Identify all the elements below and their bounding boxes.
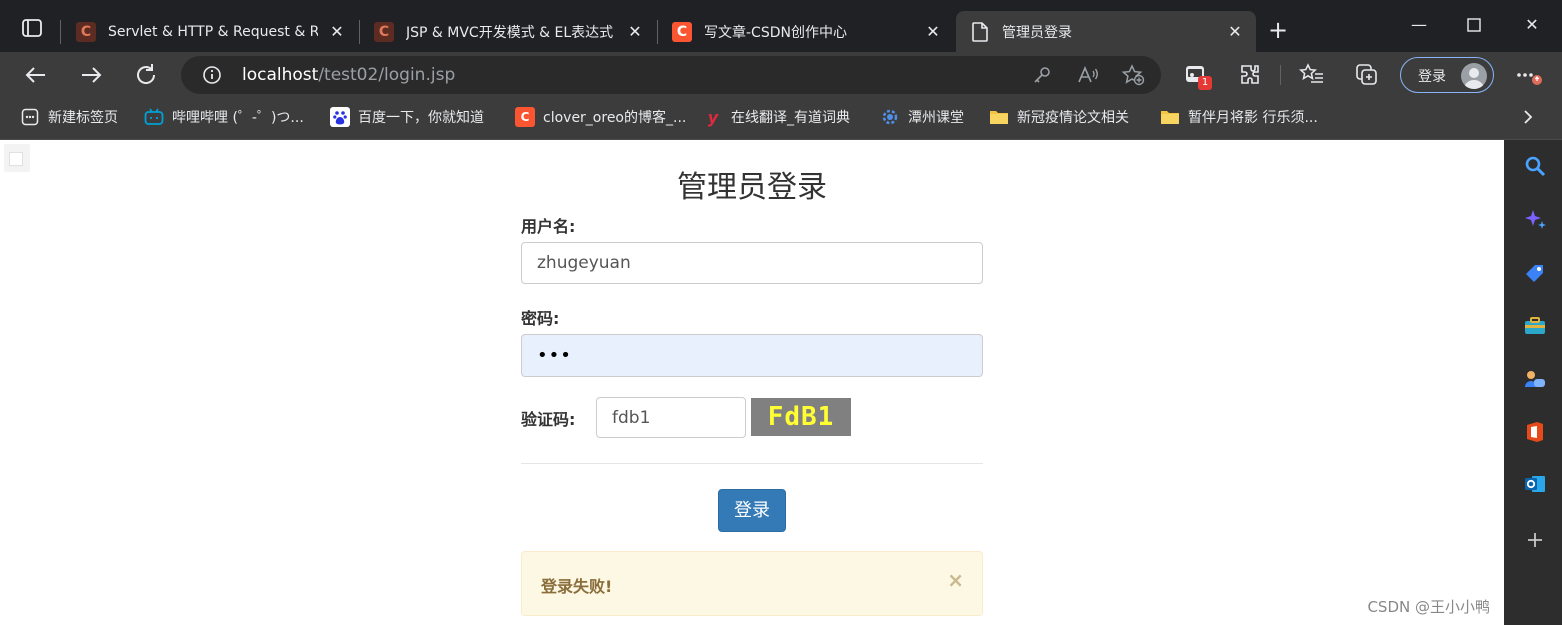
maximize-icon[interactable] <box>1459 10 1489 40</box>
tab-title: Servlet & HTTP & Request & Res <box>108 23 318 40</box>
close-icon[interactable]: ✕ <box>922 21 944 43</box>
bookmarks-bar: 新建标签页 哔哩哔哩 (゜-゜)つ... 百度一下，你就知道 C clover_… <box>0 98 1562 140</box>
games-icon[interactable] <box>1523 367 1547 391</box>
url-host: localhost <box>242 65 319 85</box>
bookmark-label: 新建标签页 <box>48 110 118 126</box>
csdn-favicon-icon: C <box>515 107 535 127</box>
profile-login-label: 登录 <box>1418 69 1446 85</box>
bookmark-bilibili[interactable]: 哔哩哔哩 (゜-゜)つ... <box>144 107 304 127</box>
back-icon[interactable] <box>21 60 51 90</box>
search-icon[interactable] <box>1523 154 1547 178</box>
edge-sidebar <box>1504 140 1562 625</box>
office-icon[interactable] <box>1523 420 1547 444</box>
password-input[interactable]: ••• <box>521 334 983 377</box>
csdn-favicon-icon: C <box>374 21 394 42</box>
tools-briefcase-icon[interactable] <box>1523 314 1547 338</box>
read-aloud-icon[interactable] <box>1077 65 1099 89</box>
page-title: 管理员登录 <box>677 170 827 205</box>
youdao-icon: y <box>707 107 719 127</box>
page-icon <box>970 21 990 42</box>
favorites-icon[interactable] <box>1299 62 1325 88</box>
site-info-icon[interactable] <box>202 65 222 85</box>
form-divider <box>521 463 983 464</box>
tab-title: JSP & MVC开发模式 & EL表达式 <box>406 24 614 41</box>
bookmark-baidu[interactable]: 百度一下，你就知道 <box>330 107 484 127</box>
bookmark-label: 在线翻译_有道词典 <box>731 110 850 126</box>
toolbar-divider <box>1280 65 1281 85</box>
captcha-image[interactable]: FdB1 <box>751 398 851 436</box>
bookmark-label: 新冠疫情论文相关 <box>1017 110 1129 126</box>
bilibili-icon <box>144 107 164 127</box>
refresh-icon[interactable] <box>131 60 161 90</box>
password-label: 密码: <box>521 309 560 328</box>
bookmarks-overflow-chevron-icon[interactable] <box>1520 108 1536 126</box>
add-favorite-icon[interactable] <box>1121 64 1145 90</box>
navigation-toolbar: localhost/test02/login.jsp 1 登录 <box>0 52 1562 98</box>
bookmark-clover-blog[interactable]: C clover_oreo的博客_... <box>515 107 686 127</box>
add-sidebar-item-icon[interactable] <box>1523 528 1547 552</box>
username-label: 用户名: <box>521 217 576 236</box>
profile-login-button[interactable]: 登录 <box>1400 57 1494 93</box>
address-bar[interactable]: localhost/test02/login.jsp <box>181 56 1161 94</box>
tab-strip: C Servlet & HTTP & Request & Res ✕ C JSP… <box>0 0 1562 52</box>
folder-icon <box>989 107 1009 127</box>
tab-csdn-write[interactable]: C 写文章-CSDN创作中心 ✕ <box>658 11 954 52</box>
tab-title: 管理员登录 <box>1002 24 1072 41</box>
tab-admin-login[interactable]: 管理员登录 ✕ <box>956 11 1256 52</box>
username-input[interactable]: zhugeyuan <box>521 242 983 284</box>
csdn-favicon-icon: C <box>76 21 96 42</box>
collections-icon[interactable] <box>1354 62 1380 88</box>
bookmark-label: clover_oreo的博客_... <box>543 110 687 126</box>
tab-actions-icon[interactable] <box>18 14 46 42</box>
copilot-sparkle-icon[interactable] <box>1523 208 1547 232</box>
bookmark-label: 潭州课堂 <box>908 110 964 126</box>
close-icon[interactable]: ✕ <box>624 21 646 43</box>
alert-close-icon[interactable]: × <box>947 568 964 592</box>
csdn-favicon-icon: C <box>672 21 692 42</box>
tab-title: 写文章-CSDN创作中心 <box>704 24 847 41</box>
tab-servlet[interactable]: C Servlet & HTTP & Request & Res ✕ <box>62 11 358 52</box>
extension-icon[interactable]: 1 <box>1184 62 1212 90</box>
close-icon[interactable]: ✕ <box>1224 21 1246 43</box>
login-failed-alert: 登录失败! × <box>521 551 983 616</box>
bookmark-new-tab[interactable]: 新建标签页 <box>20 107 118 127</box>
url-text: localhost/test02/login.jsp <box>242 65 455 85</box>
bookmark-folder-poem[interactable]: 暂伴月将影 行乐须... <box>1160 107 1318 127</box>
page-viewport: 管理员登录 用户名: zhugeyuan 密码: ••• 验证码: fdb1 F… <box>0 140 1504 625</box>
extensions-puzzle-icon[interactable] <box>1238 62 1264 88</box>
tab-jsp[interactable]: C JSP & MVC开发模式 & EL表达式 ✕ <box>360 11 656 52</box>
tanzhou-gear-icon <box>880 107 900 127</box>
extension-badge: 1 <box>1198 76 1212 90</box>
url-path: /test02/login.jsp <box>318 65 456 85</box>
alert-message: 登录失败! <box>541 577 613 596</box>
shopping-tag-icon[interactable] <box>1523 261 1547 285</box>
bookmark-label: 暂伴月将影 行乐须... <box>1188 110 1318 126</box>
bookmark-label: 百度一下，你就知道 <box>358 110 484 126</box>
csdn-watermark: CSDN @王小小鸭 <box>1367 598 1490 616</box>
captcha-input[interactable]: fdb1 <box>596 397 746 438</box>
minimize-icon[interactable]: — <box>1404 10 1434 40</box>
folder-icon <box>1160 107 1180 127</box>
avatar <box>1461 63 1487 89</box>
new-tab-page-icon <box>20 107 40 127</box>
more-menu-icon[interactable] <box>1515 62 1542 88</box>
bookmark-label: 哔哩哔哩 (゜-゜)つ... <box>172 110 304 126</box>
bookmark-covid-papers[interactable]: 新冠疫情论文相关 <box>989 107 1129 127</box>
baidu-paw-icon <box>330 107 350 127</box>
bookmark-tanzhou[interactable]: 潭州课堂 <box>880 107 964 127</box>
outlook-icon[interactable] <box>1523 472 1547 496</box>
key-icon[interactable] <box>1032 65 1052 89</box>
captcha-label: 验证码: <box>521 410 576 429</box>
new-tab-icon[interactable]: + <box>1266 18 1290 42</box>
forward-icon[interactable] <box>76 60 106 90</box>
login-submit-button[interactable]: 登录 <box>718 489 786 532</box>
close-icon[interactable]: ✕ <box>326 21 348 43</box>
window-close-icon[interactable]: ✕ <box>1517 10 1547 40</box>
bookmark-youdao[interactable]: y 在线翻译_有道词典 <box>703 107 850 127</box>
